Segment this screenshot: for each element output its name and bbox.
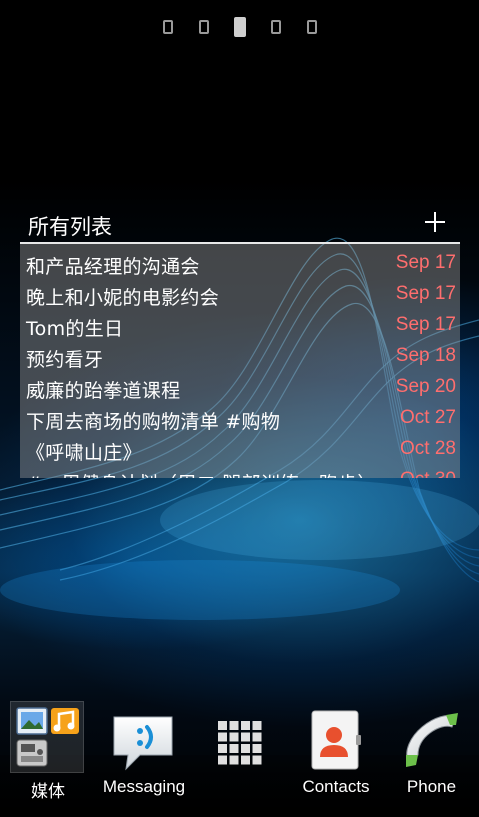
- page-dot-active[interactable]: [234, 17, 246, 37]
- item-date: Oct 27: [400, 407, 456, 428]
- page-indicator: [0, 17, 479, 39]
- dock-label-media: 媒体: [31, 782, 65, 801]
- list-item[interactable]: Tom的生日 Sep 17: [20, 310, 460, 341]
- contacts-icon: [311, 710, 361, 770]
- item-date: Oct 28: [400, 438, 456, 459]
- item-title: 预约看牙: [26, 349, 104, 371]
- dock-item-apps[interactable]: [192, 695, 288, 805]
- item-date: Oct 30: [400, 469, 456, 478]
- list-item[interactable]: 晚上和小妮的电影约会 Sep 17: [20, 279, 460, 310]
- list-item[interactable]: 和产品经理的沟通会 Sep 17: [20, 248, 460, 279]
- item-title: 晚上和小妮的电影约会: [26, 287, 220, 309]
- media-folder-glyph: [16, 707, 79, 767]
- list-item[interactable]: 《呼啸山庄》 Oct 28: [20, 434, 460, 465]
- task-list[interactable]: 和产品经理的沟通会 Sep 17 晚上和小妮的电影约会 Sep 17 Tom的生…: [20, 244, 460, 478]
- item-date: Sep 20: [395, 376, 456, 397]
- add-button[interactable]: [422, 209, 448, 235]
- list-item[interactable]: #一周健身计划（周二 腿部训练：跑步） Oct 30: [20, 465, 460, 478]
- item-date: Sep 17: [395, 314, 456, 335]
- dock-item-media[interactable]: 媒体: [0, 695, 96, 805]
- dock-label-contacts: Contacts: [302, 777, 370, 796]
- messaging-icon: [113, 716, 173, 771]
- item-title: #一周健身计划（周二 腿部训练：跑步）: [26, 469, 377, 478]
- dock-label-messaging: Messaging: [102, 777, 186, 796]
- list-item[interactable]: 威廉的跆拳道课程 Sep 20: [20, 372, 460, 403]
- list-widget: 所有列表 和产品经理的沟通会 Sep 17 晚上和小妮的电影约会 Sep 17 …: [20, 205, 460, 478]
- item-title: 威廉的跆拳道课程: [26, 380, 181, 402]
- item-date: Sep 18: [395, 345, 456, 366]
- dock: 媒体 Messaging Contacts Phone: [0, 695, 479, 817]
- page-dot[interactable]: [199, 20, 209, 34]
- list-item[interactable]: 预约看牙 Sep 18: [20, 341, 460, 372]
- item-date: Sep 17: [395, 283, 456, 304]
- item-title: 《呼啸山庄》: [26, 442, 142, 464]
- list-item[interactable]: 下周去商场的购物清单 #购物 Oct 27: [20, 403, 460, 434]
- widget-title[interactable]: 所有列表: [28, 211, 112, 241]
- page-dot[interactable]: [163, 20, 173, 34]
- dock-label-phone: Phone: [406, 777, 457, 796]
- widget-header: 所有列表: [20, 205, 460, 242]
- item-title: 和产品经理的沟通会: [26, 256, 200, 278]
- item-title: Tom的生日: [26, 318, 124, 340]
- item-title: 下周去商场的购物清单 #购物: [26, 411, 281, 433]
- item-date: Sep 17: [395, 252, 456, 273]
- phone-icon: [406, 713, 458, 767]
- media-folder-icon: [10, 701, 84, 773]
- dock-item-messaging[interactable]: Messaging: [96, 695, 192, 805]
- app-drawer-icon: [218, 721, 262, 765]
- dock-item-phone[interactable]: Phone: [384, 695, 479, 805]
- page-dot[interactable]: [271, 20, 281, 34]
- page-dot[interactable]: [307, 20, 317, 34]
- dock-item-contacts[interactable]: Contacts: [288, 695, 384, 805]
